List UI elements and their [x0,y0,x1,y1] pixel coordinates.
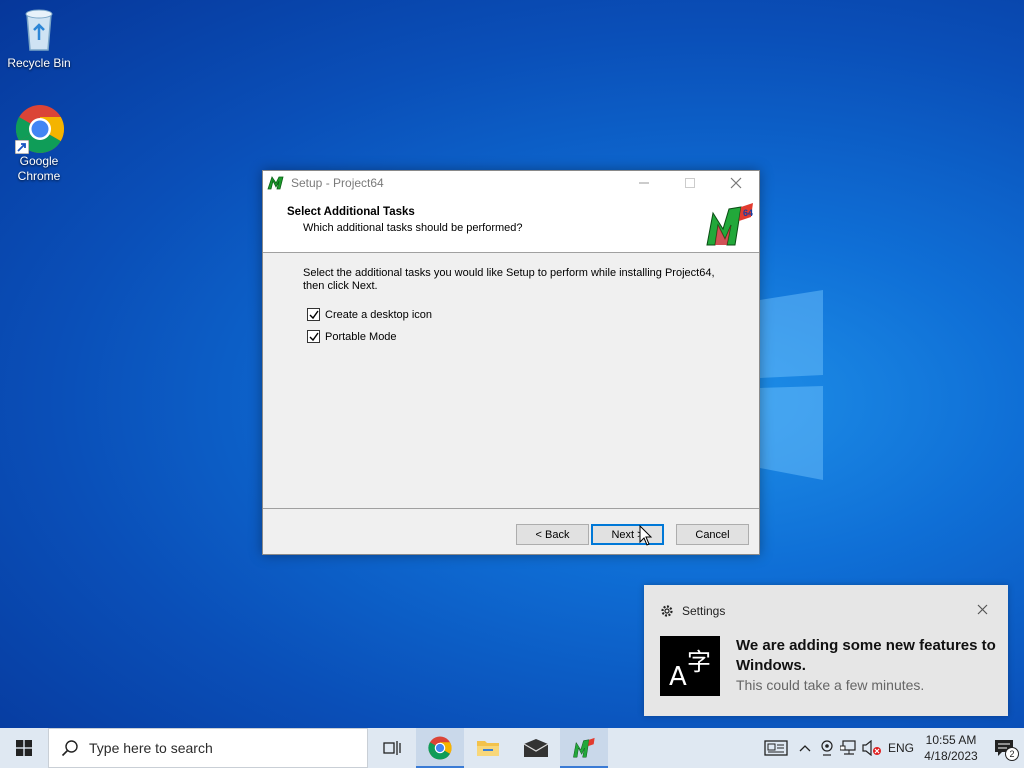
meet-now-button[interactable] [816,728,838,768]
notification-title: We are adding some new features to Windo… [736,637,996,674]
notification-app-name: Settings [682,604,726,618]
back-button[interactable]: < Back [516,524,589,545]
language-features-icon: 字 A [660,636,720,696]
clock-time: 10:55 AM [925,733,977,747]
taskbar-mail[interactable] [512,728,560,768]
task-portable-mode[interactable]: Portable Mode [307,330,397,343]
clock-date: 4/18/2023 [924,749,978,763]
close-button[interactable] [713,171,759,195]
network-button[interactable] [838,728,860,768]
taskbar-chrome[interactable] [416,728,464,768]
page-subtitle: Which additional tasks should be perform… [303,222,523,234]
news-widget-button[interactable] [758,728,794,768]
recycle-bin-label: Recycle Bin [7,56,71,70]
minimize-button[interactable] [621,171,667,195]
project64-app-icon [267,176,284,190]
maximize-button[interactable] [667,171,713,195]
setup-titlebar[interactable]: Setup - Project64 [263,171,759,195]
portable-mode-label: Portable Mode [325,330,397,343]
notification-close-button[interactable] [977,602,988,618]
setup-footer: < Back Next > Cancel [263,508,759,554]
checkmark-icon [309,310,319,320]
maximize-icon [685,178,695,188]
system-tray: ENG 10:55 AM 4/18/2023 2 [758,728,1024,768]
instructions-text: Select the additional tasks you would li… [303,267,715,292]
icon-glyph-bottom: A [669,662,687,692]
setup-window: Setup - Project64 Select Additional Task… [262,170,760,555]
setup-body: Select the additional tasks you would li… [263,253,759,507]
create-desktop-icon-label: Create a desktop icon [325,308,433,321]
close-icon [730,177,742,189]
task-view-button[interactable] [368,728,416,768]
desktop-icon-recycle-bin[interactable]: Recycle Bin [1,6,77,71]
mouse-cursor-icon [639,525,653,546]
svg-text:64: 64 [743,208,753,218]
network-icon [840,740,856,755]
next-button[interactable]: Next > [591,524,664,545]
windows-start-icon [16,740,32,756]
taskbar: Type here to search ENG 10:55 AM 4/18/20… [0,728,1024,768]
chrome-icon [15,104,65,154]
volume-button[interactable] [860,728,884,768]
action-center-button[interactable]: 2 [984,728,1024,768]
shortcut-arrow-icon [15,140,29,154]
portable-mode-checkbox[interactable] [307,330,320,343]
close-icon [977,604,988,615]
taskbar-file-explorer[interactable] [464,728,512,768]
checkmark-icon [309,332,319,342]
project64-logo-icon: 64 [706,203,753,246]
chevron-up-icon [799,745,811,752]
notification-body: This could take a few minutes. [736,677,925,693]
chrome-label: Google Chrome [17,154,61,183]
search-icon [61,740,78,757]
notification-toast[interactable]: Settings 字 A We are adding some new feat… [644,585,1008,716]
setup-header: Select Additional Tasks Which additional… [263,195,759,253]
search-placeholder: Type here to search [89,740,213,756]
volume-muted-icon [862,740,881,756]
chrome-icon [428,736,452,760]
input-language[interactable]: ENG [884,728,918,768]
news-icon [764,740,788,756]
notification-count-badge: 2 [1005,747,1019,761]
setup-window-title: Setup - Project64 [291,176,384,190]
icon-glyph-top: 字 [687,648,711,676]
cancel-button[interactable]: Cancel [676,524,749,545]
minimize-icon [639,182,649,184]
task-create-desktop-icon[interactable]: Create a desktop icon [307,308,432,321]
show-hidden-icons-button[interactable] [794,728,816,768]
search-box[interactable]: Type here to search [48,728,368,768]
taskbar-project64-setup[interactable] [560,728,608,768]
task-view-icon [383,741,401,755]
clock[interactable]: 10:55 AM 4/18/2023 [918,728,984,768]
create-desktop-icon-checkbox[interactable] [307,308,320,321]
desktop-icon-google-chrome[interactable]: Google Chrome [1,104,77,184]
start-button[interactable] [0,728,48,768]
page-title: Select Additional Tasks [287,206,415,218]
recycle-bin-icon [15,6,63,54]
notification-header: Settings [660,604,725,618]
gear-icon [661,605,673,617]
folder-icon [477,741,499,756]
mail-icon [523,739,549,757]
webcam-icon [821,740,833,756]
project64-app-icon [573,737,595,758]
